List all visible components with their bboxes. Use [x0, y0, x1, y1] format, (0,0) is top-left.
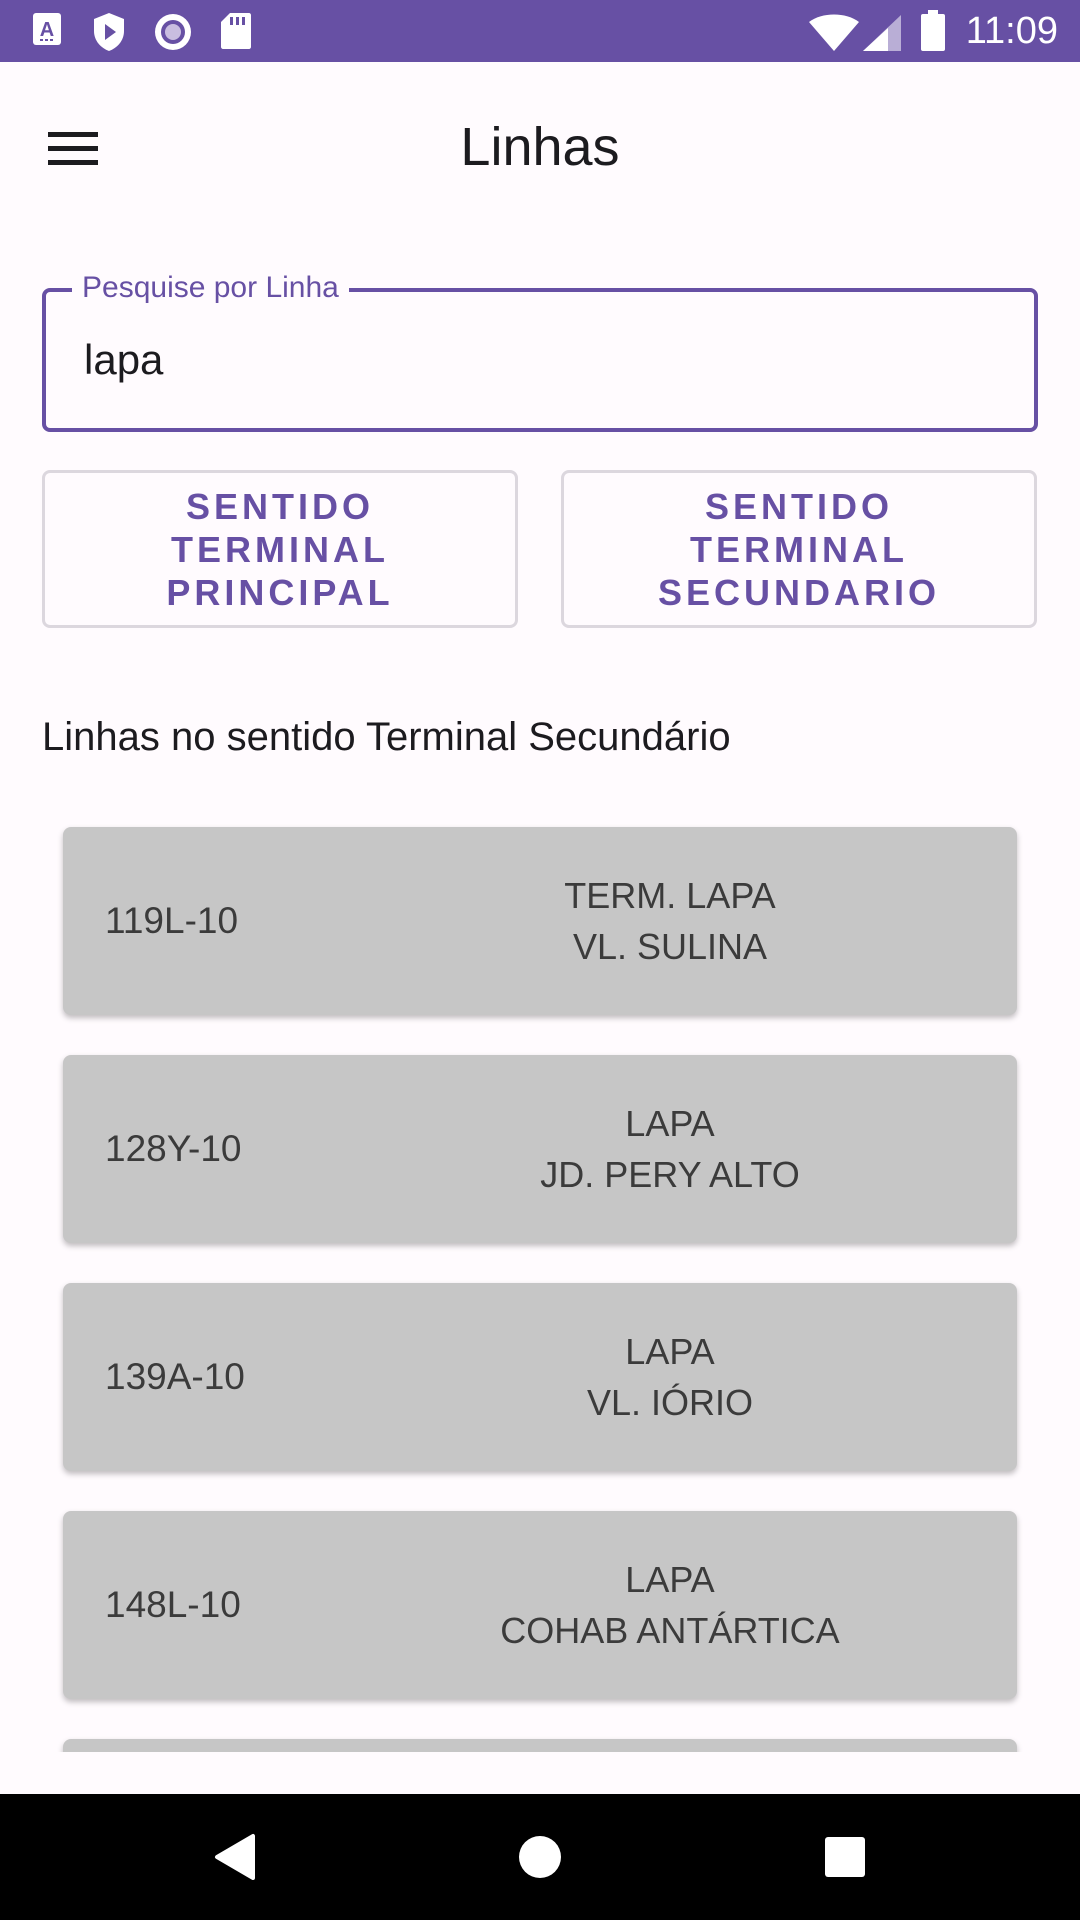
terminal-principal-button[interactable]: SENTIDO TERMINAL PRINCIPAL	[42, 470, 518, 628]
line-destination-primary: LAPA	[625, 1559, 715, 1600]
terminal-secundario-button[interactable]: SENTIDO TERMINAL SECUNDARIO	[561, 470, 1037, 628]
battery-icon	[920, 10, 946, 57]
line-code: 119L-10	[105, 900, 239, 941]
line-code: 139A-10	[105, 1356, 245, 1397]
line-destination-secondary: COHAB ANTÁRTICA	[500, 1610, 840, 1651]
line-destination-secondary: VL. SULINA	[572, 926, 768, 967]
line-card[interactable]: 139A-10 LAPA VL. IÓRIO	[63, 1283, 1017, 1471]
play-protect-icon	[92, 12, 126, 57]
navigation-bar	[0, 1794, 1080, 1920]
status-time: 11:09	[965, 10, 1058, 52]
line-destination: LAPA JD. PERY ALTO	[323, 1055, 1017, 1243]
line-destination: TERM. LAPA VL. SULINA	[323, 827, 1017, 1015]
line-code: 148L-10	[105, 1584, 241, 1625]
home-circle-icon	[519, 1836, 561, 1878]
line-destination-secondary: VL. IÓRIO	[586, 1382, 754, 1423]
line-destination: LAPA COHAB ANTÁRTICA	[323, 1511, 1017, 1699]
recents-button[interactable]	[810, 1822, 880, 1892]
line-destination-primary: LAPA	[625, 1331, 715, 1372]
section-heading: Linhas no sentido Terminal Secundário	[42, 715, 731, 759]
line-card[interactable]: 148L-10 LAPA COHAB ANTÁRTICA	[63, 1511, 1017, 1699]
lines-list[interactable]: 119L-10 TERM. LAPA VL. SULINA 128Y-10 LA…	[0, 800, 1080, 1752]
line-destination-primary: TERM. LAPA	[564, 875, 776, 916]
line-destination-primary: LAPA	[625, 1103, 715, 1144]
page-title: Linhas	[460, 117, 620, 177]
back-triangle-icon	[215, 1834, 255, 1880]
line-destination: LAPA VL. IÓRIO	[323, 1283, 1017, 1471]
svg-text:A: A	[40, 19, 54, 41]
search-field[interactable]: Pesquise por Linha	[42, 270, 1038, 432]
line-card[interactable]: 119L-10 TERM. LAPA VL. SULINA	[63, 827, 1017, 1015]
recents-square-icon	[825, 1837, 865, 1877]
app-bar: Linhas	[0, 62, 1080, 238]
home-button[interactable]	[505, 1822, 575, 1892]
cellular-signal-icon	[862, 14, 902, 57]
search-label: Pesquise por Linha	[72, 270, 349, 306]
line-destination-secondary: JD. PERY ALTO	[540, 1154, 800, 1195]
status-bar: A 11:09	[0, 0, 1080, 62]
back-button[interactable]	[200, 1822, 270, 1892]
search-input[interactable]	[84, 330, 984, 390]
text-recognition-icon: A	[32, 12, 64, 53]
line-card[interactable]: 128Y-10 LAPA JD. PERY ALTO	[63, 1055, 1017, 1243]
line-card-partial[interactable]	[63, 1739, 1017, 1752]
line-code: 128Y-10	[105, 1128, 242, 1169]
wifi-icon	[808, 14, 860, 57]
sd-card-icon	[220, 12, 252, 55]
circle-record-icon	[153, 12, 193, 57]
